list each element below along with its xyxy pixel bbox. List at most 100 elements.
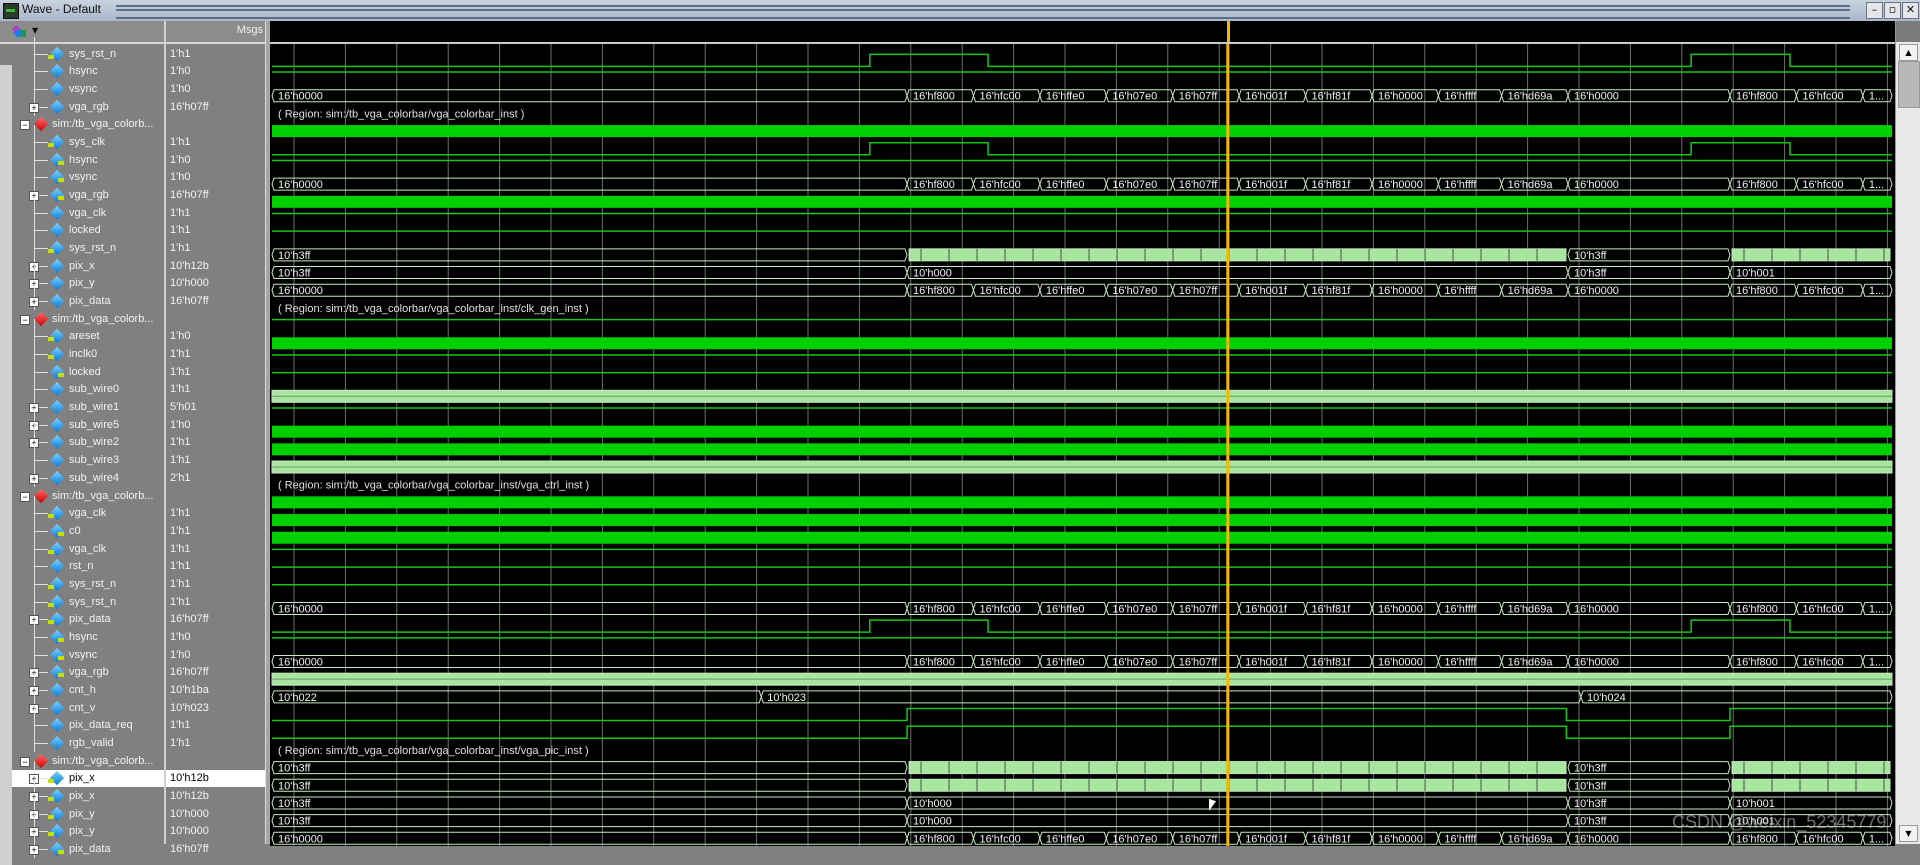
signal-value-row[interactable]: 10'h000 [166,823,267,840]
vertical-scrollbar[interactable]: ▲ ▼ [1895,21,1920,844]
wave-format-icon[interactable] [12,25,30,39]
signal-value: 1'h1 [170,560,191,573]
signal-value-row[interactable]: 1'h0 [166,169,267,186]
signal-value-row[interactable]: 1'h0 [166,81,267,98]
bus-value-label: 1... [1869,179,1884,191]
bus-value-label: 1... [1869,91,1884,103]
signal-value-row[interactable]: 1'h1 [166,505,267,522]
signal-value-row[interactable]: 1'h1 [166,134,267,151]
signal-value-row[interactable]: 1'h0 [166,63,267,80]
signal-value: 1'h0 [170,65,191,78]
signal-value-row[interactable]: 1'h1 [166,594,267,611]
signal-value: 10'h000 [170,807,209,820]
signal-value-row[interactable]: 1'h1 [166,434,267,451]
signal-value-row[interactable]: 1'h1 [166,46,267,63]
signal-row[interactable]: + vga_rgb [12,89,164,116]
waveform-canvas[interactable]: 16'h0000 16'hf800 16'hfc00 16'hffe0 16'h07e0… [270,44,1895,846]
signal-value-row[interactable]: 16'h07ff [166,293,267,310]
input-port-arrow-icon [48,142,54,147]
collapse-icon[interactable]: − [20,491,30,502]
collapse-icon[interactable]: − [20,756,30,767]
time-cursor-handle[interactable] [1226,21,1230,42]
signal-value-row[interactable]: 1'h1 [166,717,267,734]
signal-value-row[interactable]: 1'h0 [166,417,267,434]
bus-value-label: 16'hf800 [1736,91,1778,103]
signal-value-row[interactable]: 16'h07ff [166,187,267,204]
collapse-icon[interactable]: − [20,314,30,325]
signal-value-row[interactable]: 1'h1 [166,523,267,540]
name-pane-header: ▼ [0,21,164,44]
signal-value-row[interactable]: 10'h000 [166,806,267,823]
bus-segment [271,814,908,828]
titlebar-grip[interactable] [116,5,1850,19]
bus-value-label: 10'h000 [913,816,952,828]
signal-value-row[interactable]: 1'h1 [166,205,267,222]
signal-value-row[interactable]: 10'h1ba [166,682,267,699]
signal-diamond-icon [49,700,65,715]
signal-value-row[interactable]: 10'h023 [166,700,267,717]
bus-value-label: 10'h3ff [1574,250,1607,262]
scroll-up-arrow-icon[interactable]: ▲ [1899,44,1918,61]
signal-value-row[interactable]: 1'h0 [166,647,267,664]
signal-value-row[interactable]: 1'h0 [166,629,267,646]
signal-value: 1'h1 [170,454,191,467]
signal-value-row[interactable]: 1'h1 [166,735,267,752]
expand-icon[interactable]: + [29,297,39,308]
signal-value-row[interactable]: 1'h1 [166,452,267,469]
expand-icon[interactable]: + [29,845,39,856]
bus-value-label: 16'hffe0 [1046,91,1085,103]
bus-value-label: 16'hfc00 [979,657,1020,669]
expand-icon[interactable]: + [29,102,39,113]
signal-value: 10'h12b [170,790,209,803]
signal-value-row[interactable]: 1'h0 [166,152,267,169]
signal-value-row[interactable]: 10'h12b [166,258,267,275]
minimize-button[interactable]: – [1866,2,1883,19]
bus-segment [271,248,908,262]
signal-value-row[interactable]: 1'h1 [166,240,267,257]
signal-value-row[interactable]: 5'h01 [166,399,267,416]
signal-value-row[interactable]: 1'h1 [166,576,267,593]
signal-row[interactable]: + pix_data [12,284,164,311]
signal-value-row[interactable]: 16'h07ff [166,611,267,628]
signal-value-row[interactable]: 16'h07ff [166,99,267,116]
signal-value: 1'h1 [170,524,191,537]
close-button[interactable]: ✕ [1902,2,1919,19]
signal-value-row[interactable]: 1'h1 [166,381,267,398]
signal-value-row[interactable]: 10'h12b [166,770,267,788]
signal-value-row[interactable]: 10'h000 [166,275,267,292]
signal-value-row[interactable]: 1'h1 [166,364,267,381]
chevron-down-icon[interactable]: ▼ [32,26,38,35]
signal-value: 1'h1 [170,719,191,732]
signal-value-row[interactable]: 16'h07ff [166,664,267,681]
input-port-arrow-icon [48,337,54,342]
signal-name: sys_rst_n [69,595,117,608]
bus-value-label: 16'h07e0 [1112,179,1157,191]
bus-value-label: 16'hf81f [1312,91,1352,103]
scroll-down-arrow-icon[interactable]: ▼ [1899,825,1918,842]
bus-value-label: 16'hffe0 [1046,603,1085,615]
signal-value-row[interactable]: 2'h1 [166,470,267,487]
collapse-icon[interactable]: − [20,120,30,131]
signal-value-row[interactable]: 1'h1 [166,346,267,363]
clock-wave [272,443,1892,456]
window-titlebar: Wave - Default – ▫ ✕ [0,0,1920,22]
signal-value-row[interactable]: 10'h12b [166,788,267,805]
scrollbar-thumb[interactable] [1898,61,1920,108]
signal-diamond-icon [49,470,65,485]
bus-value-label: 16'h0000 [1378,285,1423,297]
clock-wave [272,531,1892,544]
signal-value-row[interactable]: 1'h1 [166,222,267,239]
waveform-area[interactable]: 16'h0000 16'hf800 16'hfc00 16'hffe0 16'h07e0… [270,42,1895,846]
group-name: sim:/tb_vga_colorb... [52,754,154,767]
signal-name: vga_clk [69,507,107,520]
signal-value-row[interactable]: 1'h1 [166,558,267,575]
signal-diamond-icon [49,64,65,79]
signal-value-row[interactable]: 1'h1 [166,541,267,558]
signal-row[interactable]: rgb_valid [12,726,164,753]
expand-icon[interactable]: + [29,473,39,484]
signal-row[interactable]: + sub_wire4 [12,460,164,487]
restore-button[interactable]: ▫ [1884,2,1901,19]
bus-value-label: 16'h07e0 [1112,91,1157,103]
bus-value-label: 16'h0000 [278,91,323,103]
signal-value-row[interactable]: 1'h0 [166,328,267,345]
